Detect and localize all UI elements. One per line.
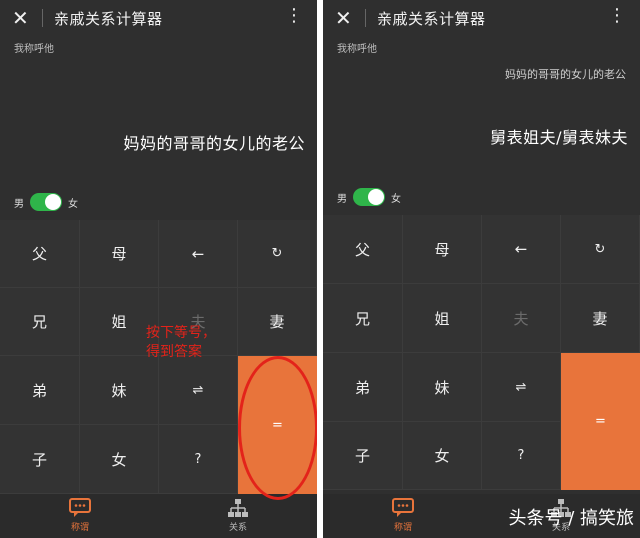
close-icon[interactable]: ✕ [12, 6, 29, 30]
more-icon[interactable]: ⋮ [285, 6, 303, 26]
app-title: 亲戚关系计算器 [377, 10, 486, 28]
key-father[interactable]: 父 [0, 220, 80, 288]
key-equals[interactable]: = [561, 353, 640, 490]
tab-appellation[interactable]: 称谓 [60, 498, 100, 533]
key-younger-sister[interactable]: 妹 [403, 353, 482, 422]
toggle-knob [368, 189, 384, 205]
annotation-text: 按下等号， 得到答案 [146, 324, 216, 362]
key-younger-brother[interactable]: 弟 [323, 353, 403, 422]
result-text: 舅表姐夫/舅表妹夫 [490, 128, 628, 147]
key-reset[interactable]: ↻ [238, 220, 317, 288]
top-bar: ✕ 亲戚关系计算器 ⋮ [323, 0, 640, 36]
key-elder-sister[interactable]: 姐 [403, 284, 482, 353]
key-daughter[interactable]: 女 [403, 422, 482, 490]
app-title: 亲戚关系计算器 [54, 10, 163, 28]
tab-appellation-label: 称谓 [70, 523, 89, 533]
key-elder-brother[interactable]: 兄 [323, 284, 403, 353]
hierarchy-icon [228, 499, 248, 517]
chat-icon [392, 498, 414, 517]
key-wife[interactable]: 妻 [238, 288, 317, 356]
key-husband[interactable]: 夫 [482, 284, 561, 353]
watermark: 头条号 / 搞笑旅 [508, 508, 634, 529]
tab-bar: 称谓 关系 [0, 494, 317, 538]
annotation-line-1: 按下等号， [146, 325, 216, 341]
close-icon[interactable]: ✕ [335, 6, 352, 30]
chat-icon [69, 498, 91, 517]
key-younger-brother[interactable]: 弟 [0, 356, 80, 425]
male-label: 男 [337, 193, 347, 205]
annotation-line-2: 得到答案 [146, 344, 202, 360]
divider [42, 9, 43, 27]
gender-toggle[interactable] [353, 188, 385, 206]
key-wife[interactable]: 妻 [561, 284, 640, 353]
female-label: 女 [68, 198, 78, 210]
hint-label: 我称呼他 [337, 44, 377, 55]
key-elder-brother[interactable]: 兄 [0, 288, 80, 356]
highlight-ellipse [238, 356, 317, 500]
hint-label: 我称呼他 [14, 44, 54, 55]
tab-relation-label: 关系 [228, 523, 247, 533]
male-label: 男 [14, 198, 24, 210]
key-son[interactable]: 子 [323, 422, 403, 490]
tab-appellation[interactable]: 称谓 [383, 498, 423, 533]
top-bar: ✕ 亲戚关系计算器 ⋮ [0, 0, 317, 36]
tab-relation[interactable]: 关系 [218, 498, 258, 533]
key-mother[interactable]: 母 [80, 220, 159, 288]
key-reset[interactable]: ↻ [561, 215, 640, 284]
key-mother[interactable]: 母 [403, 215, 482, 284]
gender-toggle-row: 男 女 [14, 193, 78, 211]
key-daughter[interactable]: 女 [80, 425, 159, 494]
toggle-knob [45, 194, 61, 210]
key-father[interactable]: 父 [323, 215, 403, 284]
expression-text: 妈妈的哥哥的女儿的老公 [505, 68, 626, 81]
more-icon[interactable]: ⋮ [608, 6, 626, 26]
key-swap[interactable]: ⇌ [482, 353, 561, 422]
result-text: 妈妈的哥哥的女儿的老公 [123, 134, 305, 153]
key-younger-sister[interactable]: 妹 [80, 356, 159, 425]
tab-appellation-label: 称谓 [393, 523, 412, 533]
left-screen: ✕ 亲戚关系计算器 ⋮ 我称呼他 妈妈的哥哥的女儿的老公 男 女 父 母 ← ↻… [0, 0, 317, 538]
key-backspace[interactable]: ← [482, 215, 561, 284]
key-son[interactable]: 子 [0, 425, 80, 494]
key-backspace[interactable]: ← [159, 220, 238, 288]
key-question[interactable]: ? [482, 422, 561, 490]
right-screen: ✕ 亲戚关系计算器 ⋮ 我称呼他 妈妈的哥哥的女儿的老公 舅表姐夫/舅表妹夫 男… [323, 0, 640, 538]
key-question[interactable]: ? [159, 425, 238, 494]
female-label: 女 [391, 193, 401, 205]
key-swap[interactable]: ⇌ [159, 356, 238, 425]
divider [365, 9, 366, 27]
gender-toggle[interactable] [30, 193, 62, 211]
keypad: 父 母 ← ↻ 兄 姐 夫 妻 弟 妹 ⇌ = 子 女 ? [323, 215, 640, 490]
gender-toggle-row: 男 女 [337, 188, 401, 206]
